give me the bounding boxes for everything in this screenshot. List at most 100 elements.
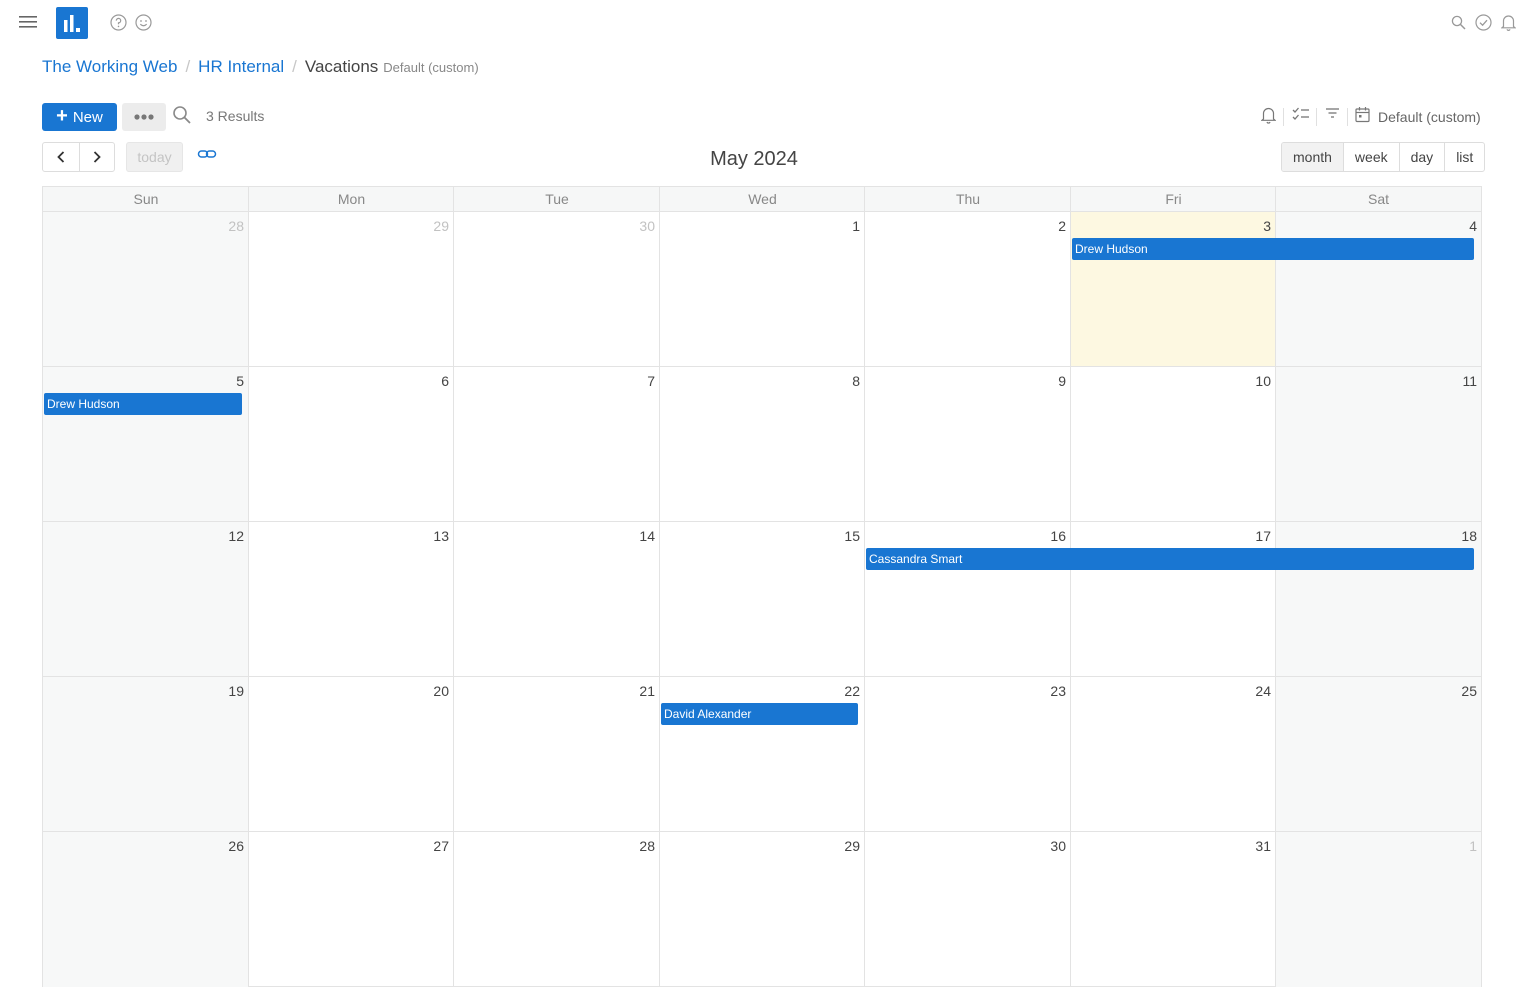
day-number[interactable]: 8 bbox=[852, 373, 860, 389]
day-cell[interactable]: 15 bbox=[660, 522, 865, 677]
checklist-toggle-button[interactable] bbox=[1292, 106, 1310, 128]
day-cell[interactable]: 1 bbox=[1276, 832, 1481, 987]
day-cell[interactable]: 21 bbox=[454, 677, 660, 832]
day-number[interactable]: 22 bbox=[844, 683, 860, 699]
day-number[interactable]: 26 bbox=[228, 838, 244, 854]
day-number[interactable]: 11 bbox=[1462, 373, 1477, 389]
breadcrumb-workspace-link[interactable]: The Working Web bbox=[42, 57, 177, 77]
day-number[interactable]: 2 bbox=[1058, 218, 1066, 234]
today-button[interactable]: today bbox=[126, 142, 183, 172]
day-cell[interactable]: 16 bbox=[865, 522, 1071, 677]
day-cell[interactable]: 17 bbox=[1071, 522, 1276, 677]
day-number[interactable]: 7 bbox=[647, 373, 655, 389]
day-cell[interactable]: 29 bbox=[660, 832, 865, 987]
day-cell[interactable]: 11 bbox=[1276, 367, 1481, 522]
menu-icon[interactable] bbox=[18, 12, 38, 32]
day-cell[interactable]: 28 bbox=[43, 212, 249, 367]
day-cell[interactable]: 10 bbox=[1071, 367, 1276, 522]
day-number[interactable]: 15 bbox=[844, 528, 860, 544]
prev-month-button[interactable] bbox=[43, 143, 79, 171]
day-number[interactable]: 30 bbox=[639, 218, 655, 234]
day-number[interactable]: 12 bbox=[228, 528, 244, 544]
day-cell[interactable]: 23 bbox=[865, 677, 1071, 832]
day-number[interactable]: 29 bbox=[433, 218, 449, 234]
day-cell[interactable]: 30 bbox=[454, 212, 660, 367]
day-number[interactable]: 16 bbox=[1050, 528, 1066, 544]
day-number[interactable]: 28 bbox=[228, 218, 244, 234]
more-actions-button[interactable] bbox=[122, 103, 166, 131]
app-logo[interactable] bbox=[56, 7, 88, 39]
day-number[interactable]: 1 bbox=[1469, 838, 1477, 854]
day-number[interactable]: 27 bbox=[433, 838, 449, 854]
day-number[interactable]: 13 bbox=[433, 528, 449, 544]
help-icon[interactable] bbox=[109, 13, 127, 31]
day-cell[interactable]: 18 bbox=[1276, 522, 1481, 677]
day-cell[interactable]: 6 bbox=[249, 367, 454, 522]
day-number[interactable]: 30 bbox=[1050, 838, 1066, 854]
day-number[interactable]: 4 bbox=[1469, 218, 1477, 234]
breadcrumb-folder-link[interactable]: HR Internal bbox=[198, 57, 284, 77]
day-cell[interactable]: 27 bbox=[249, 832, 454, 987]
day-number[interactable]: 28 bbox=[639, 838, 655, 854]
day-cell[interactable]: 29 bbox=[249, 212, 454, 367]
day-cell[interactable]: 7 bbox=[454, 367, 660, 522]
day-cell[interactable]: 5 bbox=[43, 367, 249, 522]
day-number[interactable]: 23 bbox=[1050, 683, 1066, 699]
day-number[interactable]: 6 bbox=[441, 373, 449, 389]
reminder-bell-button[interactable] bbox=[1260, 106, 1277, 128]
day-cell[interactable]: 1 bbox=[660, 212, 865, 367]
day-number[interactable]: 14 bbox=[639, 528, 655, 544]
day-cell[interactable]: 3 bbox=[1071, 212, 1276, 367]
day-cell[interactable]: 13 bbox=[249, 522, 454, 677]
filter-button[interactable] bbox=[1325, 106, 1341, 128]
day-number[interactable]: 19 bbox=[228, 683, 244, 699]
day-cell[interactable]: 19 bbox=[43, 677, 249, 832]
search-records-button[interactable] bbox=[172, 105, 194, 127]
day-number[interactable]: 9 bbox=[1058, 373, 1066, 389]
day-number[interactable]: 3 bbox=[1263, 218, 1271, 234]
view-list-button[interactable]: list bbox=[1444, 143, 1484, 171]
day-cell[interactable]: 24 bbox=[1071, 677, 1276, 832]
day-cell[interactable]: 26 bbox=[43, 832, 249, 987]
day-cell[interactable]: 31 bbox=[1071, 832, 1276, 987]
day-cell[interactable]: 4 bbox=[1276, 212, 1481, 367]
day-cell[interactable]: 28 bbox=[454, 832, 660, 987]
day-cell[interactable]: 8 bbox=[660, 367, 865, 522]
day-number[interactable]: 10 bbox=[1255, 373, 1271, 389]
view-week-button[interactable]: week bbox=[1342, 143, 1399, 171]
day-number[interactable]: 31 bbox=[1255, 838, 1271, 854]
day-cell[interactable]: 14 bbox=[454, 522, 660, 677]
day-number[interactable]: 1 bbox=[852, 218, 860, 234]
day-cell[interactable]: 9 bbox=[865, 367, 1071, 522]
day-number[interactable]: 18 bbox=[1461, 528, 1477, 544]
weekday-label-fri: Fri bbox=[1165, 191, 1182, 207]
search-icon[interactable] bbox=[1449, 13, 1467, 31]
notifications-bell-icon[interactable] bbox=[1499, 12, 1517, 32]
view-day-button[interactable]: day bbox=[1398, 143, 1445, 171]
feedback-smiley-icon[interactable] bbox=[134, 13, 152, 31]
day-number[interactable]: 20 bbox=[433, 683, 449, 699]
day-number[interactable]: 5 bbox=[236, 373, 244, 389]
tasks-check-icon[interactable] bbox=[1474, 13, 1492, 31]
view-selector[interactable]: Default (custom) bbox=[1378, 109, 1481, 125]
day-cell[interactable]: 25 bbox=[1276, 677, 1481, 832]
day-cell[interactable]: 22 bbox=[660, 677, 865, 832]
new-record-button[interactable]: + New bbox=[42, 103, 117, 131]
day-number[interactable]: 17 bbox=[1255, 528, 1271, 544]
calendar-event[interactable]: Drew Hudson bbox=[1072, 238, 1474, 260]
day-cell[interactable]: 12 bbox=[43, 522, 249, 677]
day-cell[interactable]: 2 bbox=[865, 212, 1071, 367]
view-month-button[interactable]: month bbox=[1282, 143, 1343, 171]
day-number[interactable]: 21 bbox=[639, 683, 655, 699]
calendar-view-icon-button[interactable] bbox=[1355, 106, 1371, 128]
day-number[interactable]: 29 bbox=[844, 838, 860, 854]
calendar-event[interactable]: Drew Hudson bbox=[44, 393, 242, 415]
next-month-button[interactable] bbox=[78, 143, 115, 171]
day-cell[interactable]: 30 bbox=[865, 832, 1071, 987]
calendar-event[interactable]: Cassandra Smart bbox=[866, 548, 1474, 570]
copy-link-button[interactable] bbox=[197, 147, 219, 167]
calendar-event[interactable]: David Alexander bbox=[661, 703, 858, 725]
day-cell[interactable]: 20 bbox=[249, 677, 454, 832]
day-number[interactable]: 25 bbox=[1461, 683, 1477, 699]
day-number[interactable]: 24 bbox=[1255, 683, 1271, 699]
